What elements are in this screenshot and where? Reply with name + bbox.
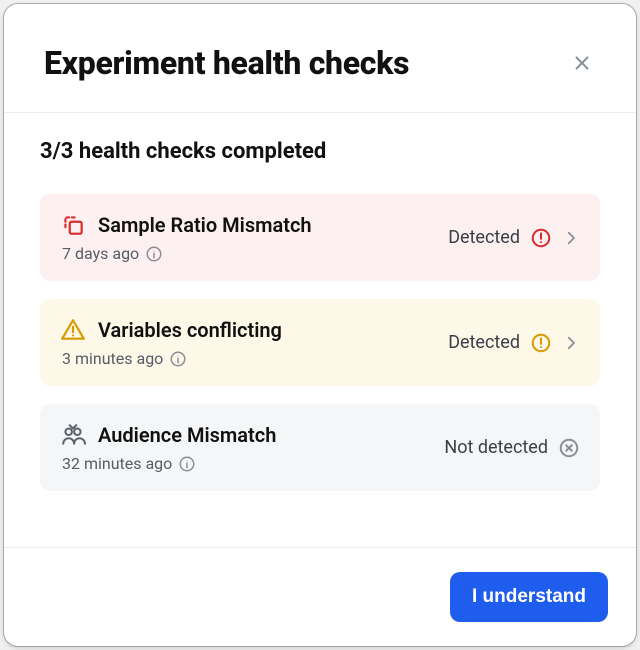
check-meta: 32 minutes ago xyxy=(60,454,276,473)
close-button[interactable] xyxy=(568,49,596,77)
close-icon xyxy=(571,52,593,74)
check-timestamp: 32 minutes ago xyxy=(62,454,172,473)
warning-triangle-icon xyxy=(60,317,86,343)
check-title-row: Variables conflicting xyxy=(60,317,282,343)
health-checks-modal: Experiment health checks 3/3 health chec… xyxy=(4,4,636,646)
check-title-row: Sample Ratio Mismatch xyxy=(60,212,312,238)
info-icon[interactable] xyxy=(169,350,187,368)
check-right: Not detected xyxy=(444,437,580,459)
status-text: Not detected xyxy=(444,437,548,458)
i-understand-button[interactable]: I understand xyxy=(450,572,608,622)
check-card-audience[interactable]: Audience Mismatch 32 minutes ago Not det… xyxy=(40,404,600,491)
check-timestamp: 3 minutes ago xyxy=(62,349,163,368)
check-card-srm[interactable]: Sample Ratio Mismatch 7 days ago Detecte… xyxy=(40,194,600,281)
check-card-variables[interactable]: Variables conflicting 3 minutes ago Dete… xyxy=(40,299,600,386)
info-icon[interactable] xyxy=(145,245,163,263)
status-text: Detected xyxy=(448,227,520,248)
info-icon[interactable] xyxy=(178,455,196,473)
check-meta: 3 minutes ago xyxy=(60,349,282,368)
chevron-right-icon xyxy=(562,334,580,352)
x-circle-icon xyxy=(558,437,580,459)
check-title: Audience Mismatch xyxy=(98,423,276,447)
check-left: Sample Ratio Mismatch 7 days ago xyxy=(60,212,312,263)
check-meta: 7 days ago xyxy=(60,244,312,263)
checks-summary: 3/3 health checks completed xyxy=(40,139,600,164)
modal-body: 3/3 health checks completed Sample Ratio… xyxy=(4,113,636,547)
check-timestamp: 7 days ago xyxy=(62,244,139,263)
check-title: Variables conflicting xyxy=(98,318,282,342)
audience-icon xyxy=(60,422,86,448)
modal-title: Experiment health checks xyxy=(44,44,409,82)
srm-icon xyxy=(60,212,86,238)
modal-header: Experiment health checks xyxy=(4,4,636,113)
check-title-row: Audience Mismatch xyxy=(60,422,276,448)
check-left: Audience Mismatch 32 minutes ago xyxy=(60,422,276,473)
status-text: Detected xyxy=(448,332,520,353)
check-right: Detected xyxy=(448,332,580,354)
chevron-right-icon xyxy=(562,229,580,247)
check-right: Detected xyxy=(448,227,580,249)
alert-circle-icon xyxy=(530,227,552,249)
alert-circle-icon xyxy=(530,332,552,354)
modal-footer: I understand xyxy=(4,547,636,646)
check-left: Variables conflicting 3 minutes ago xyxy=(60,317,282,368)
check-title: Sample Ratio Mismatch xyxy=(98,213,312,237)
